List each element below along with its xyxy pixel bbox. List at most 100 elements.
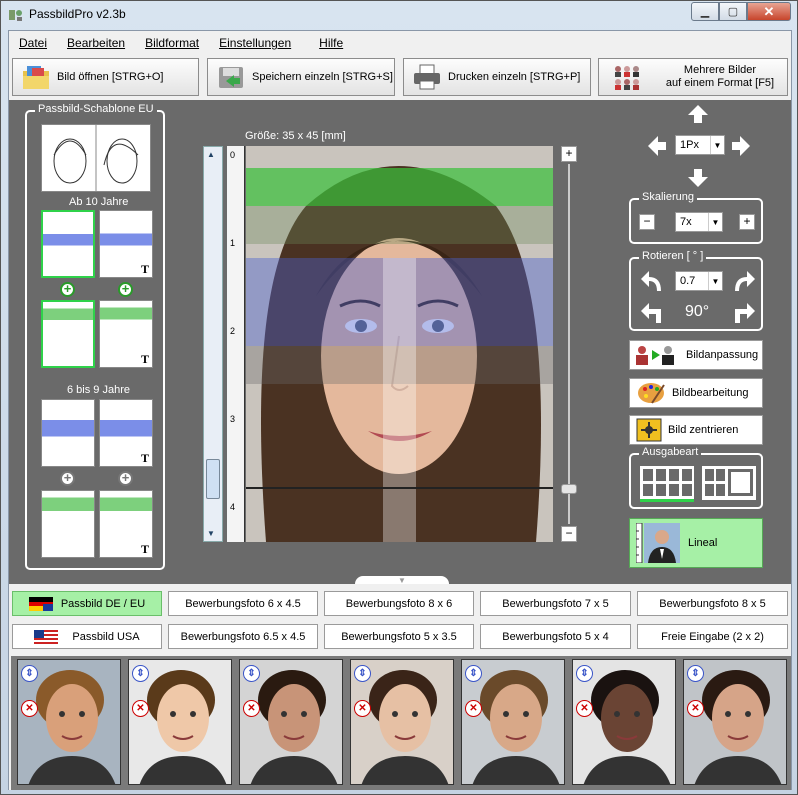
print-single-button[interactable]: Drucken einzeln [STRG+P] xyxy=(403,58,591,96)
photo-thumbnail[interactable]: ⇕ ✕ xyxy=(128,659,232,785)
template-adult-green-t[interactable]: T xyxy=(99,300,153,368)
photo-canvas[interactable] xyxy=(246,146,553,542)
delete-icon[interactable]: ✕ xyxy=(21,700,38,717)
format-area: Passbild DE / EU Bewerbungsfoto 6 x 4.5 … xyxy=(9,584,791,790)
menu-bildformat[interactable]: Bildformat xyxy=(135,36,209,50)
format-option[interactable]: Bewerbungsfoto 7 x 5 xyxy=(480,591,631,616)
template-child-blue-t[interactable]: T xyxy=(99,399,153,467)
delete-icon[interactable]: ✕ xyxy=(354,700,371,717)
open-image-button[interactable]: Bild öffnen [STRG+O] xyxy=(12,58,199,96)
reorder-icon[interactable]: ⇕ xyxy=(576,665,593,682)
delete-icon[interactable]: ✕ xyxy=(465,700,482,717)
rotate-right-icon[interactable] xyxy=(731,269,755,291)
delete-icon[interactable]: ✕ xyxy=(576,700,593,717)
grid-layout-icon[interactable] xyxy=(639,465,695,503)
menu-bearbeiten[interactable]: Bearbeiten xyxy=(57,36,135,50)
zoom-out-button[interactable]: − xyxy=(561,526,577,542)
rotate-90-left-icon[interactable] xyxy=(641,301,665,323)
template-adult-blue-selected[interactable] xyxy=(41,210,95,278)
add-template-icon[interactable]: + xyxy=(118,282,133,297)
close-button[interactable]: ✕ xyxy=(747,2,791,21)
photo-thumbnail[interactable]: ⇕ ✕ xyxy=(17,659,121,785)
move-up-icon[interactable] xyxy=(687,104,709,124)
template-child-green-t[interactable]: T xyxy=(99,490,153,558)
center-image-button[interactable]: Bild zentrieren xyxy=(629,415,763,445)
delete-icon[interactable]: ✕ xyxy=(687,700,704,717)
vertical-scrollbar[interactable]: ▲ ▼ xyxy=(203,146,223,542)
center-target-icon xyxy=(636,418,662,442)
format-option[interactable]: Bewerbungsfoto 8 x 5 xyxy=(637,591,788,616)
scroll-up-icon[interactable]: ▲ xyxy=(207,150,215,159)
ruler-mark: 2 xyxy=(230,326,236,336)
mixed-layout-icon[interactable] xyxy=(701,465,757,503)
template-adult-green-selected[interactable] xyxy=(41,300,95,368)
photo-thumbnail[interactable]: ⇕ ✕ xyxy=(461,659,565,785)
reorder-icon[interactable]: ⇕ xyxy=(132,665,149,682)
menu-einstellungen[interactable]: Einstellungen xyxy=(209,36,301,50)
photo-thumbnail[interactable]: ⇕ ✕ xyxy=(239,659,343,785)
rotate-select[interactable]: 0.7 ▼ xyxy=(675,271,723,291)
rotate-left-icon[interactable] xyxy=(641,269,665,291)
zoom-in-button[interactable]: + xyxy=(561,146,577,162)
output-type-group: Ausgabeart xyxy=(629,446,763,509)
template-adult-blue-t[interactable]: T xyxy=(99,210,153,278)
add-template-icon[interactable]: + xyxy=(60,282,75,297)
photo-thumbnail[interactable]: ⇕ ✕ xyxy=(572,659,676,785)
format-passbild-usa[interactable]: Passbild USA xyxy=(12,624,162,649)
format-option[interactable]: Bewerbungsfoto 6.5 x 4.5 xyxy=(168,624,318,649)
menu-datei[interactable]: Datei xyxy=(9,36,57,50)
photo-thumbnail[interactable]: ⇕ ✕ xyxy=(683,659,787,785)
move-left-icon[interactable] xyxy=(647,135,667,157)
menu-hilfe[interactable]: Hilfe xyxy=(309,36,353,50)
minimize-button[interactable]: ▁ xyxy=(691,2,719,21)
format-passbild-de-eu[interactable]: Passbild DE / EU xyxy=(12,591,162,616)
save-single-button[interactable]: Speichern einzeln [STRG+S] xyxy=(207,58,395,96)
reorder-icon[interactable]: ⇕ xyxy=(465,665,482,682)
reorder-icon[interactable]: ⇕ xyxy=(21,665,38,682)
format-option[interactable]: Bewerbungsfoto 5 x 3.5 xyxy=(324,624,474,649)
template-child-green[interactable] xyxy=(41,490,95,558)
size-label: Größe: 35 x 45 [mm] xyxy=(245,130,346,142)
multi-images-button[interactable]: Mehrere Bilder auf einem Format [F5] xyxy=(598,58,788,96)
scroll-down-icon[interactable]: ▼ xyxy=(207,529,215,538)
delete-icon[interactable]: ✕ xyxy=(132,700,149,717)
title-bar[interactable]: PassbildPro v2.3b ▁ ▢ ✕ xyxy=(1,1,797,29)
multi-images-label-1: Mehrere Bilder xyxy=(683,64,757,76)
maximize-button[interactable]: ▢ xyxy=(719,2,747,21)
move-right-icon[interactable] xyxy=(731,135,751,157)
add-template-icon[interactable]: + xyxy=(60,471,75,486)
move-down-icon[interactable] xyxy=(687,168,709,188)
template-child-blue[interactable] xyxy=(41,399,95,467)
move-step-select[interactable]: 1Px ▼ xyxy=(675,135,725,155)
format-option[interactable]: Bewerbungsfoto 5 x 4 xyxy=(480,624,631,649)
image-adjust-label: Bildanpassung xyxy=(686,349,759,361)
delete-icon[interactable]: ✕ xyxy=(243,700,260,717)
move-step-value: 1Px xyxy=(680,139,699,151)
reorder-icon[interactable]: ⇕ xyxy=(354,665,371,682)
ruler-mark: 3 xyxy=(230,414,236,424)
rotate-90-right-icon[interactable] xyxy=(731,301,755,323)
photo-thumbnail[interactable]: ⇕ ✕ xyxy=(350,659,454,785)
scroll-thumb[interactable] xyxy=(206,459,220,499)
format-option[interactable]: Bewerbungsfoto 6 x 4.5 xyxy=(168,591,318,616)
zoom-slider-thumb[interactable] xyxy=(561,484,577,494)
image-adjust-button[interactable]: Bildanpassung xyxy=(629,340,763,370)
template-head-reference[interactable] xyxy=(41,124,151,192)
reorder-icon[interactable]: ⇕ xyxy=(687,665,704,682)
save-single-label: Speichern einzeln [STRG+S] xyxy=(252,71,393,83)
reorder-icon[interactable]: ⇕ xyxy=(243,665,260,682)
format-option[interactable]: Freie Eingabe (2 x 2) xyxy=(637,624,788,649)
format-label: Bewerbungsfoto 5 x 4 xyxy=(502,630,609,643)
ruler-label: Lineal xyxy=(688,537,718,549)
scale-select[interactable]: 7x ▼ xyxy=(675,212,723,232)
ruler-person-icon xyxy=(636,523,680,563)
window-title: PassbildPro v2.3b xyxy=(29,7,126,21)
image-edit-button[interactable]: Bildbearbeitung xyxy=(629,378,763,408)
add-template-icon[interactable]: + xyxy=(118,471,133,486)
ruler-button[interactable]: Lineal xyxy=(629,518,763,568)
scale-decrease-button[interactable]: − xyxy=(639,214,655,230)
menu-bar: Datei Bearbeiten Bildformat Einstellunge… xyxy=(9,31,791,55)
format-option[interactable]: Bewerbungsfoto 8 x 6 xyxy=(324,591,474,616)
zoom-slider[interactable]: + − xyxy=(561,146,577,542)
scale-increase-button[interactable]: + xyxy=(739,214,755,230)
